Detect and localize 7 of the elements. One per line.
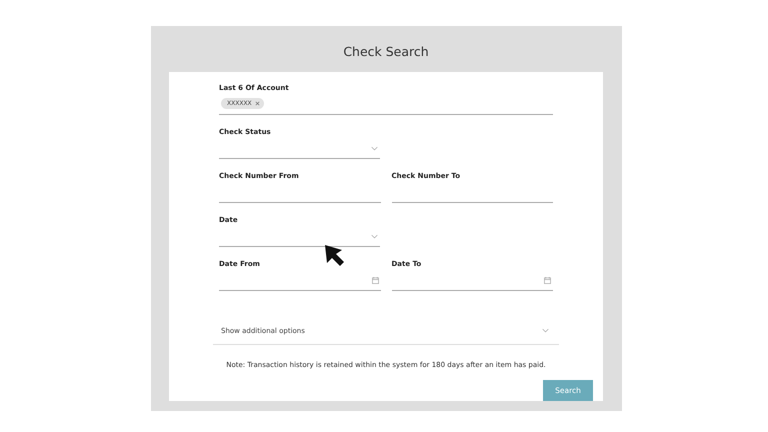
remove-icon[interactable] xyxy=(254,101,260,106)
chevron-down-icon xyxy=(371,146,378,150)
calendar-icon[interactable] xyxy=(372,276,378,284)
calendar-icon[interactable] xyxy=(544,276,551,284)
page-title: Check Search xyxy=(342,43,430,61)
chevron-down-icon xyxy=(371,234,378,238)
chevron-down-icon xyxy=(542,328,549,333)
